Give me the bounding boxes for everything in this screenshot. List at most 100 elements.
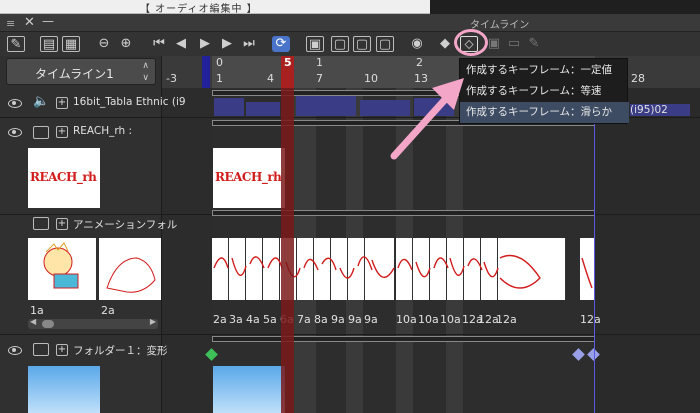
timeline-column [595, 88, 700, 413]
cel-label: 12a [580, 313, 601, 326]
panel-title-bar: ≡ ✕ — タイムライン [0, 14, 700, 32]
animation-range-bar [212, 210, 595, 216]
panel-menu-icon[interactable]: ≡ [6, 17, 15, 30]
cel-drawing-icon [106, 257, 156, 293]
visibility-eye-icon[interactable] [8, 346, 22, 355]
expand-plus-icon[interactable]: + [56, 97, 68, 109]
cel-label: 2a [213, 313, 227, 326]
timeline-column [162, 88, 212, 413]
ruler-tick: 4 [267, 72, 274, 85]
annotation-circle [454, 29, 488, 56]
timeline-select-value: タイムライン1 [35, 67, 114, 81]
delete-cel-icon[interactable]: ▢ [376, 36, 394, 52]
ruler-tick: 28 [631, 72, 645, 85]
ruler-tick: 1 [316, 56, 323, 69]
visibility-eye-icon[interactable] [8, 128, 22, 137]
layer-name-audio[interactable]: 16bit_Tabla Ethnic (i9 [73, 96, 186, 108]
audio-waveform [296, 96, 356, 116]
ruler-tick: 1 [216, 72, 223, 85]
cel-label: 10a [418, 313, 439, 326]
ruler-tick: 7 [316, 72, 323, 85]
layer-list [0, 56, 162, 413]
playhead-line [281, 88, 294, 413]
scroll-right-icon[interactable]: ▶ [150, 317, 156, 326]
film-cel-icon[interactable]: ▣ [306, 36, 324, 52]
step-forward-icon[interactable]: ▶ [218, 36, 236, 52]
background-window-title-text: 【 オーディオ編集中 】 [140, 4, 258, 15]
scroll-left-icon[interactable]: ◀ [30, 317, 36, 326]
chevron-updown-icon: ∧ ∨ [142, 61, 149, 83]
close-icon[interactable]: ✕ [24, 15, 35, 30]
annotation-arrow-icon [390, 78, 464, 160]
cel-label: 12a [496, 313, 517, 326]
end-marker-line [594, 88, 595, 413]
expand-plus-icon[interactable]: + [56, 218, 68, 230]
reach-keyframe-image[interactable]: REACH_rh [213, 148, 285, 208]
expand-plus-icon[interactable]: + [56, 344, 68, 356]
step-back-icon[interactable]: ◀ [172, 36, 190, 52]
visibility-eye-icon[interactable] [8, 99, 22, 108]
onion-skin-icon[interactable]: ◉ [408, 36, 426, 52]
cel-drawing-icon [43, 242, 79, 289]
loop-icon[interactable]: ⟳ [272, 36, 290, 52]
layer-name-folder[interactable]: フォルダー１：変形 [73, 343, 168, 358]
new-timeline-icon[interactable]: ✎ [7, 36, 25, 52]
start-marker[interactable] [202, 56, 210, 88]
pencil-icon[interactable]: ✎ [525, 36, 543, 52]
timeline-settings-icon[interactable]: ▦ [62, 36, 80, 52]
ruler-tick: -3 [166, 72, 177, 85]
cel-label: 9a [331, 313, 345, 326]
expand-plus-icon[interactable]: + [56, 126, 68, 138]
cel-label: 10a [396, 313, 417, 326]
edit-timeline-icon[interactable]: ▤ [40, 36, 58, 52]
current-frame-label: 5 [284, 56, 292, 69]
reach-timeline-text: REACH_rh [215, 170, 282, 184]
keyframe-enable-icon[interactable]: ◆ [436, 36, 454, 52]
layer-thumbnail-sky [28, 366, 100, 413]
cel-label: 10a [440, 313, 461, 326]
cel-thumbnail-1a[interactable] [28, 238, 96, 300]
cel-label: 7a [297, 313, 311, 326]
layer-separator [0, 334, 700, 335]
cel-label: 9a [364, 313, 378, 326]
cel-label: 4a [246, 313, 260, 326]
audio-waveform [214, 98, 244, 116]
cel-label-1a: 1a [30, 304, 44, 317]
keyframe-spec-icon[interactable]: ▭ [505, 36, 523, 52]
cel-label: 9a [348, 313, 362, 326]
keyframe-diamond[interactable] [572, 348, 585, 361]
layer-thumbnail-reach: REACH_rh [28, 148, 100, 208]
reach-thumb-text: REACH_rh [30, 170, 97, 184]
new-cel-icon[interactable]: ▢ [331, 36, 349, 52]
animation-folder-icon [33, 217, 49, 230]
cel-label: 8a [314, 313, 328, 326]
image-layer-icon [33, 126, 49, 139]
cel-label: 3a [229, 313, 243, 326]
background-window-title: 【 オーディオ編集中 】 [0, 0, 430, 15]
skip-to-end-icon[interactable]: ⏭ [240, 36, 258, 52]
speaker-icon: 🔈 [33, 94, 50, 109]
folder-layer-icon [33, 343, 49, 356]
folder-range-bar [212, 336, 595, 342]
audio-waveform [246, 102, 280, 116]
cel-thumbnail-2a[interactable] [99, 238, 161, 300]
scrollbar-thumb[interactable] [42, 320, 54, 328]
zoom-in-icon[interactable]: ⊕ [117, 36, 135, 52]
ruler-tick: 10 [364, 72, 378, 85]
cel-label: 5a [263, 313, 277, 326]
timeline-select[interactable]: タイムライン1 ∧ ∨ [6, 58, 156, 85]
cel-spec-icon[interactable]: ▢ [353, 36, 371, 52]
play-icon[interactable]: ▶ [196, 36, 214, 52]
panel-title: タイムライン [470, 20, 530, 31]
audio-clip-label: (i95)02 [630, 104, 668, 116]
cel-label-2a: 2a [101, 304, 115, 317]
cel-strokes-overlay [213, 254, 593, 289]
minimize-icon[interactable]: — [42, 14, 54, 28]
thumb-scrollbar[interactable]: ◀ ▶ [28, 317, 158, 329]
layer-name-animation-folder[interactable]: アニメーションフォル [73, 217, 177, 232]
ruler-tick: 0 [216, 56, 223, 69]
skip-to-start-icon[interactable]: ⏮ [150, 36, 168, 52]
zoom-out-icon[interactable]: ⊖ [95, 36, 113, 52]
layer-name-reach[interactable]: REACH_rh : [73, 125, 132, 137]
sky-keyframe-image[interactable] [213, 366, 285, 413]
